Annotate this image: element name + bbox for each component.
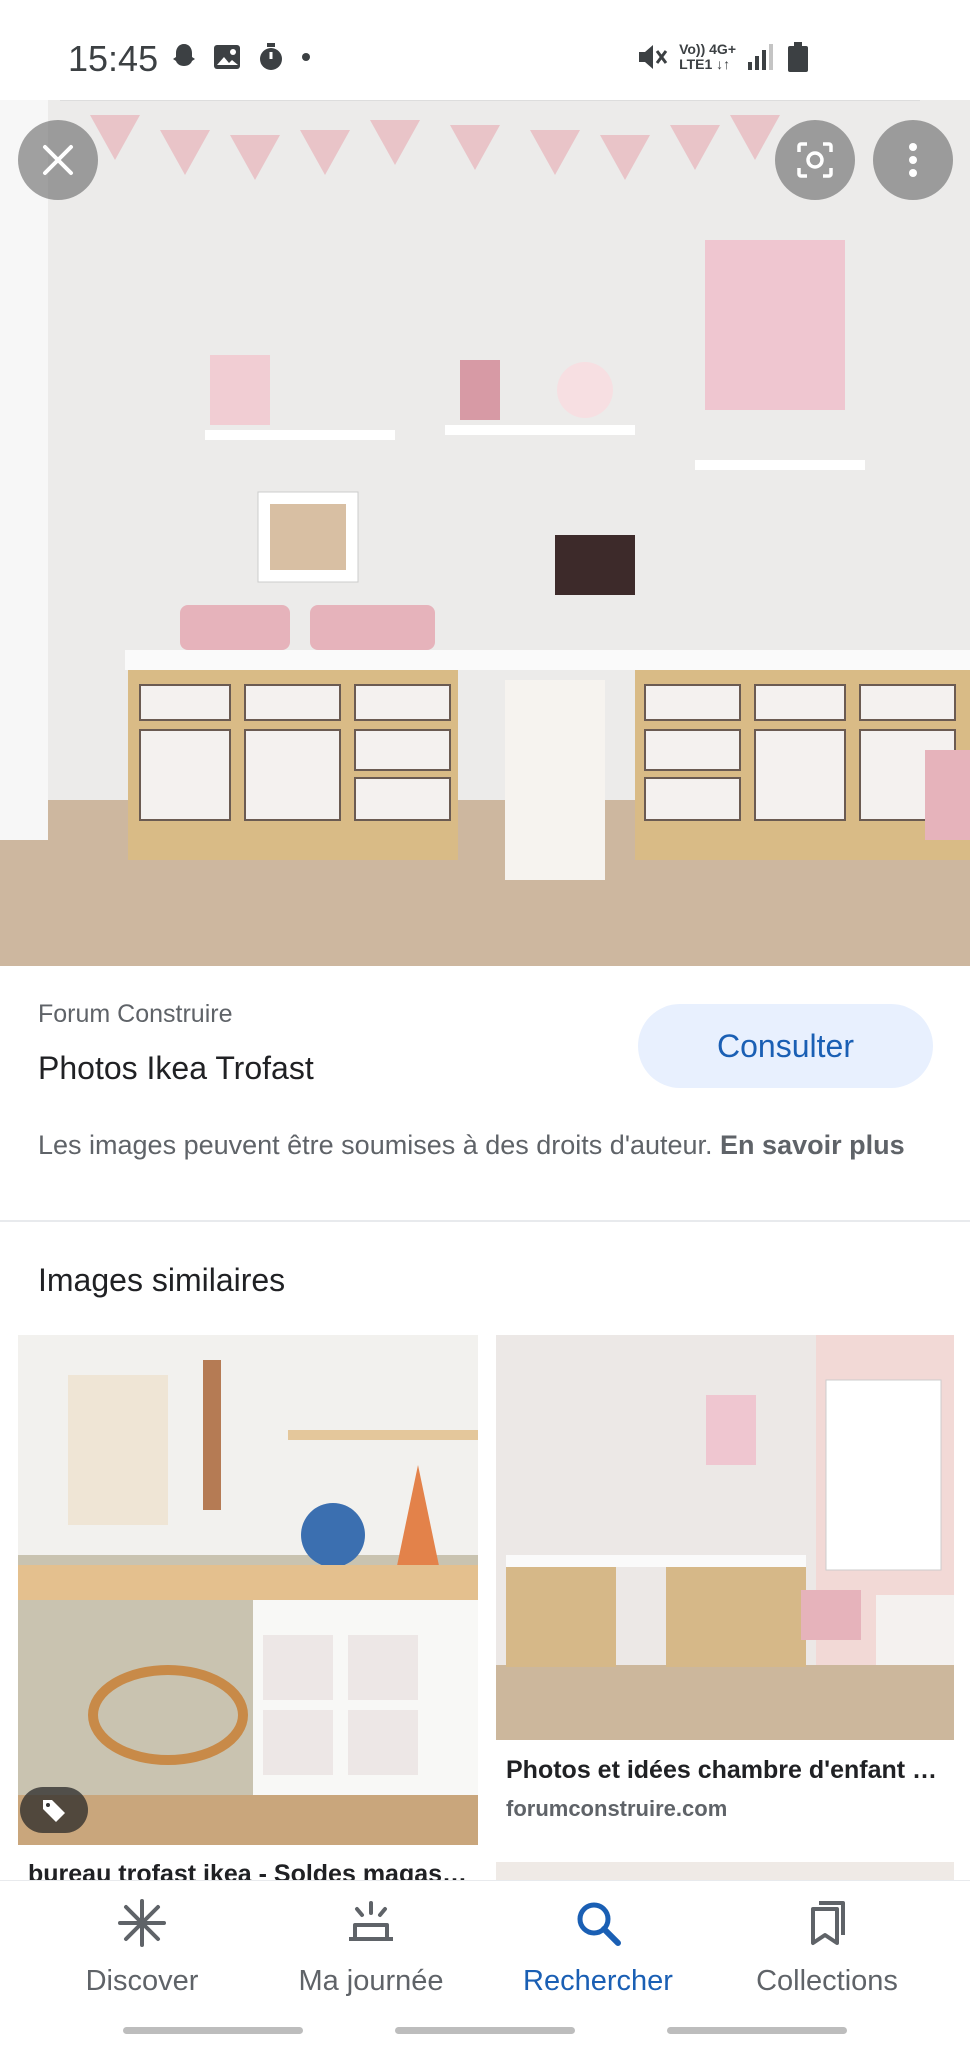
status-time: 15:45	[68, 38, 159, 79]
more-vert-icon	[909, 143, 917, 177]
mute-icon	[639, 45, 668, 69]
status-system-icons: Vo)) 4G+ LTE1 ↓↑	[635, 40, 810, 74]
search-icon	[577, 1902, 621, 1946]
signal-icon	[748, 44, 773, 70]
result-source[interactable]: Forum Construire	[38, 1000, 233, 1029]
lens-search-button[interactable]	[775, 120, 855, 200]
gallery-icon	[214, 45, 240, 69]
network-line-1: Vo)) 4G+	[679, 41, 736, 57]
product-tag-badge	[20, 1787, 88, 1833]
similar-image-1[interactable]	[18, 1335, 478, 1845]
snapchat-ghost-icon	[173, 44, 195, 66]
close-icon	[43, 145, 73, 175]
result-title[interactable]: Photos Ikea Trofast	[38, 1050, 314, 1087]
timer-icon	[260, 43, 282, 70]
nav-rechercher-label: Rechercher	[523, 1965, 673, 1997]
dot-icon	[302, 53, 310, 61]
close-button[interactable]	[18, 120, 98, 200]
gesture-hint-left	[123, 2027, 303, 2034]
status-notification-icons	[170, 42, 312, 72]
divider	[0, 1220, 970, 1222]
nav-collections[interactable]: Collections	[712, 1895, 942, 1998]
nav-discover-label: Discover	[85, 1965, 199, 1997]
asterisk-icon	[118, 1899, 166, 1947]
consult-button[interactable]: Consulter	[638, 1004, 933, 1088]
sunrise-icon	[349, 1901, 393, 1941]
network-label: Vo)) 4G+ LTE1 ↓↑	[679, 42, 736, 72]
nav-ma-journee[interactable]: Ma journée	[256, 1895, 486, 1998]
preview-image[interactable]	[0, 100, 970, 966]
similar-image-2[interactable]	[496, 1335, 954, 1740]
copyright-text: Les images peuvent être soumises à des d…	[38, 1130, 721, 1160]
similar-image-2-domain: forumconstruire.com	[506, 1796, 728, 1821]
copyright-notice: Les images peuvent être soumises à des d…	[38, 1126, 918, 1164]
network-line-2: LTE1 ↓↑	[679, 56, 731, 72]
similar-image-2-caption[interactable]: Photos et idées chambre d'enfant …	[506, 1756, 946, 1785]
similar-images-heading: Images similaires	[38, 1262, 286, 1298]
more-options-button[interactable]	[873, 120, 953, 200]
nav-discover[interactable]: Discover	[27, 1895, 257, 1998]
nav-rechercher[interactable]: Rechercher	[483, 1895, 713, 1998]
gesture-hint-center	[395, 2027, 575, 2034]
gesture-hint-right	[667, 2027, 847, 2034]
tag-icon	[43, 1800, 65, 1822]
battery-icon	[788, 42, 808, 72]
lens-icon	[797, 142, 833, 178]
learn-more-link[interactable]: En savoir plus	[720, 1130, 905, 1160]
nav-ma-journee-label: Ma journée	[298, 1965, 444, 1997]
bookmarks-icon	[811, 1901, 845, 1945]
nav-collections-label: Collections	[756, 1965, 898, 1997]
